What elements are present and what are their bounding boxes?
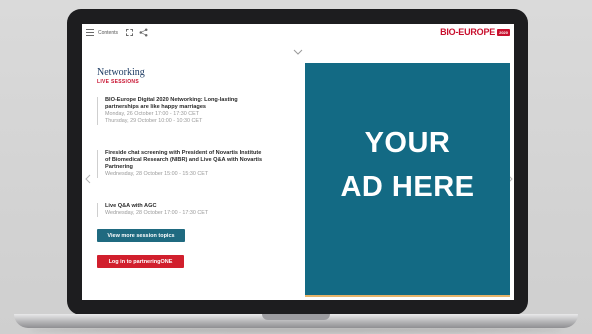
session-time: Wednesday, 28 October 17:00 - 17:30 CET [105, 210, 209, 216]
session-item[interactable]: BIO-Europe Digital 2020 Networking: Long… [97, 97, 290, 125]
session-title[interactable]: Fireside chat screening with President o… [105, 150, 290, 157]
brand-badge: 2020 [497, 28, 510, 36]
section-title: Networking [97, 67, 145, 78]
login-partnering-button[interactable]: Log in to partneringONE [97, 255, 184, 268]
session-title[interactable]: of Biomedical Research (NIBR) and Live Q… [105, 157, 290, 164]
session-title[interactable]: partnerships are like happy marriages [105, 104, 290, 111]
session-title[interactable]: Partnering [105, 164, 290, 171]
laptop-screen: Contents BIO-EUROPE 2020 Networking LIVE… [82, 24, 514, 300]
ad-bottom-bar [305, 295, 510, 297]
session-time: Thursday, 29 October 10:00 - 10:30 CET [105, 118, 203, 124]
session-time: Wednesday, 28 October 15:00 - 15:30 CET [105, 171, 209, 177]
ad-text-line-1: YOUR [364, 127, 451, 159]
ad-placeholder[interactable]: YOUR AD HERE [305, 63, 510, 295]
expand-icon[interactable] [126, 29, 134, 36]
chevron-left-icon[interactable] [85, 174, 91, 184]
toolbar-left-group: Contents [86, 28, 148, 37]
contents-label[interactable]: Contents [98, 30, 118, 36]
share-icon[interactable] [139, 28, 148, 37]
section-subtitle: LIVE SESSIONS [97, 79, 139, 85]
session-item[interactable]: Live Q&A with AGC Wednesday, 28 October … [97, 203, 290, 217]
top-toolbar: Contents BIO-EUROPE 2020 [82, 24, 514, 42]
menu-icon[interactable] [86, 29, 94, 36]
view-more-sessions-button[interactable]: View more session topics [97, 229, 185, 242]
chevron-down-icon[interactable] [293, 49, 303, 55]
session-time: Monday, 26 October 17:00 - 17:30 CET [105, 111, 199, 117]
laptop-notch [262, 314, 330, 320]
session-title[interactable]: Live Q&A with AGC [105, 203, 290, 210]
session-item[interactable]: Fireside chat screening with President o… [97, 150, 290, 178]
brand-logo: BIO-EUROPE 2020 [440, 27, 510, 37]
session-title[interactable]: BIO-Europe Digital 2020 Networking: Long… [105, 97, 290, 104]
brand-name: BIO-EUROPE [440, 27, 496, 37]
ad-text-line-2: AD HERE [340, 171, 475, 203]
networking-panel: Networking LIVE SESSIONS BIO-Europe Digi… [97, 67, 302, 297]
